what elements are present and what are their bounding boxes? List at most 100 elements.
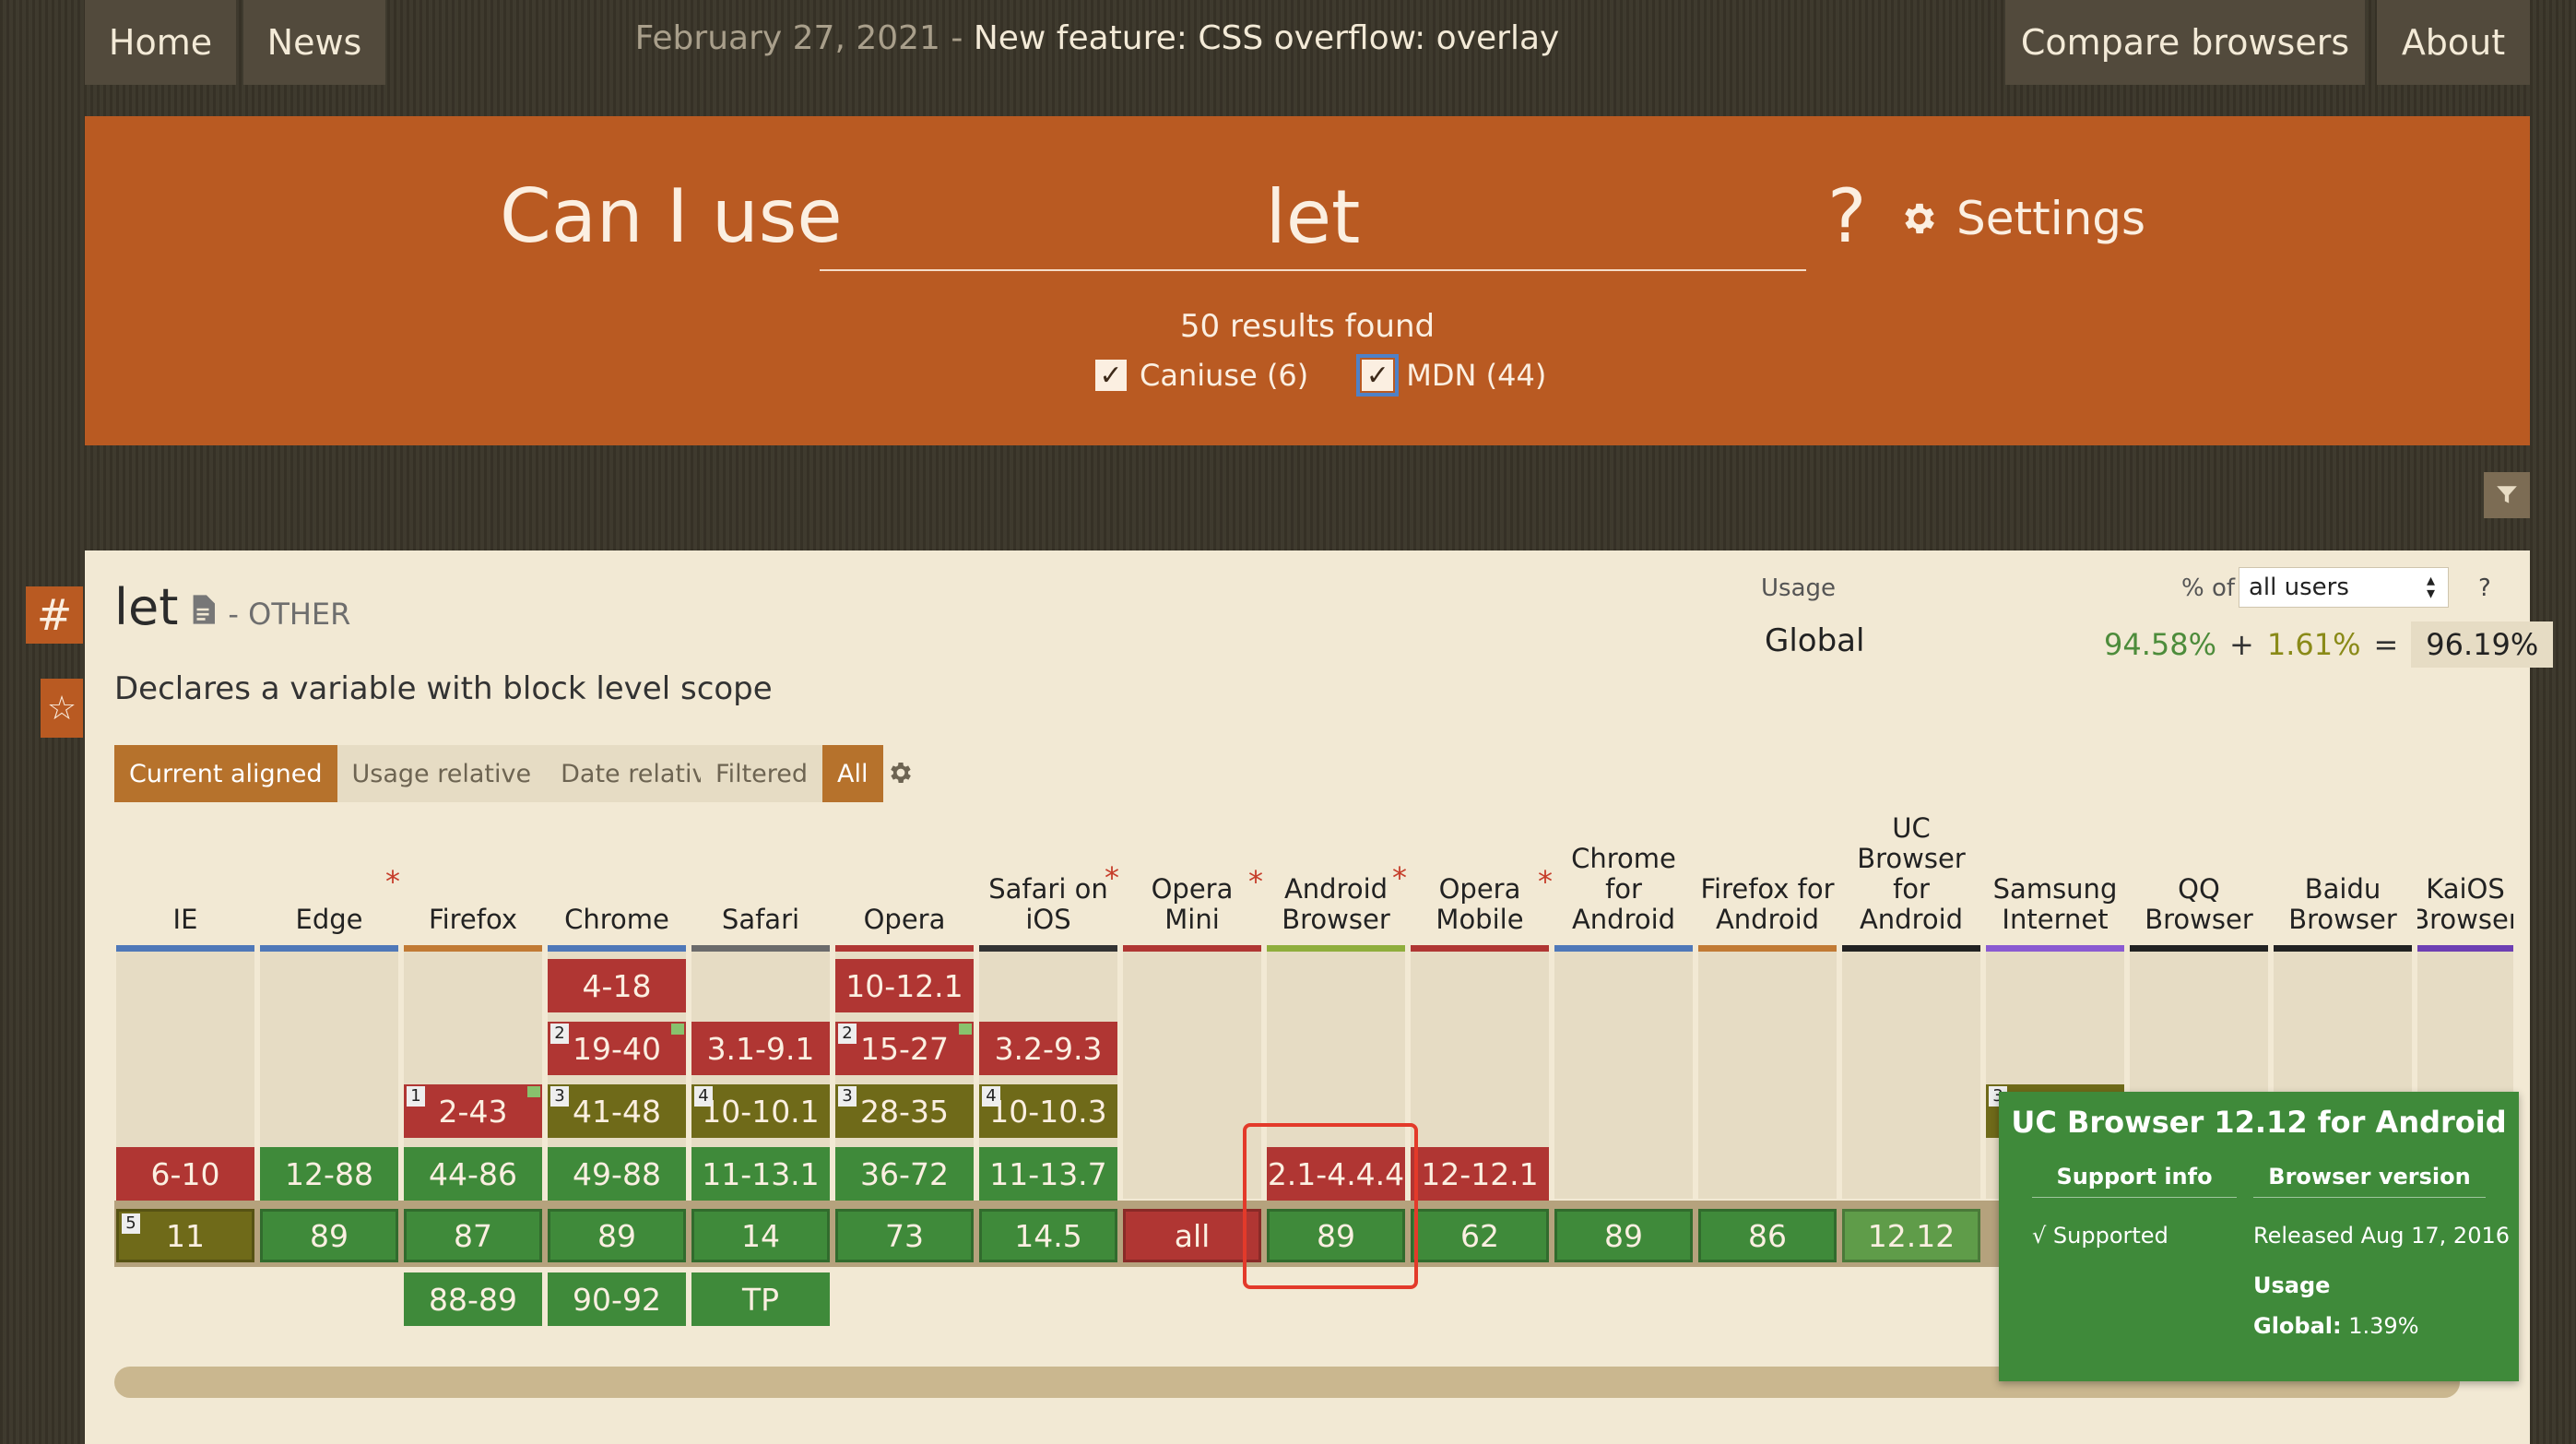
support-cell[interactable]: 2 19-40 (548, 1022, 686, 1075)
mode-all[interactable]: All (822, 745, 883, 802)
browser-ie[interactable]: IE (116, 810, 254, 941)
support-cell[interactable]: 3.2-9.3 (979, 1022, 1117, 1075)
star-icon[interactable]: ☆ (41, 679, 83, 738)
browser-opera-mobile[interactable]: Opera Mobile * (1411, 810, 1553, 941)
view-current-aligned[interactable]: Current aligned (114, 745, 337, 802)
browser-firefox-android[interactable]: Firefox for Android (1698, 810, 1837, 941)
browser-uc-android[interactable]: UC Browser for Android (1842, 810, 1980, 941)
browser-line-firefox-android (1698, 945, 1837, 952)
usage-help[interactable]: ? (2478, 574, 2491, 602)
support-cell[interactable]: 36-72 (835, 1147, 974, 1201)
checkbox-mdn[interactable]: ✓ (1356, 354, 1400, 397)
support-cell[interactable]: 4 10-10.3 (979, 1084, 1117, 1138)
browser-chrome-android[interactable]: Chrome for Android (1554, 810, 1693, 941)
browser-samsung[interactable]: Samsung Internet (1986, 810, 2124, 941)
browser-tooltip: UC Browser 12.12 for Android Support inf… (1999, 1092, 2519, 1381)
browser-edge[interactable]: Edge * (260, 810, 401, 941)
search-suffix: ? (1827, 173, 1867, 259)
browser-opera-mini[interactable]: Opera Mini * (1123, 810, 1263, 941)
version-label: 62 (1460, 1217, 1499, 1254)
support-cell[interactable]: 88-89 (404, 1272, 542, 1326)
support-cell[interactable]: 11-13.1 (691, 1147, 830, 1201)
document-icon[interactable] (191, 595, 216, 624)
browser-line-ie (116, 945, 254, 952)
browser-android[interactable]: Android Browser * (1267, 810, 1407, 941)
support-cell[interactable]: 2 15-27 (835, 1022, 974, 1075)
support-cell[interactable]: 3 28-35 (835, 1084, 974, 1138)
support-cell[interactable]: 12-88 (260, 1147, 398, 1201)
version-label: 2-43 (438, 1093, 508, 1130)
browser-safari-ios[interactable]: Safari on iOS * (979, 810, 1119, 941)
tooltip-global-label: Global: (2253, 1313, 2342, 1339)
headline-link[interactable]: New feature: CSS overflow: overlay (974, 19, 1559, 57)
support-cell[interactable]: 1 2-43 (404, 1084, 542, 1138)
browser-opera[interactable]: Opera (835, 810, 974, 941)
feature-title[interactable]: let (114, 578, 178, 636)
nav-home[interactable]: Home (85, 0, 236, 85)
browser-line-safari (691, 945, 830, 952)
browser-line-kaios (2417, 945, 2513, 952)
support-cell-current[interactable]: 14 (691, 1209, 830, 1262)
users-select-value: all users (2249, 574, 2349, 601)
support-cell[interactable]: 3 41-48 (548, 1084, 686, 1138)
filter-mdn[interactable]: ✓ MDN (44) (1356, 354, 1546, 397)
note-star-icon: * (1248, 864, 1263, 899)
support-cell[interactable]: 10-12.1 (835, 959, 974, 1012)
mode-filtered[interactable]: Filtered (701, 745, 823, 802)
filter-caniuse[interactable]: ✓ Caniuse (6) (1095, 358, 1308, 393)
version-label: 15-27 (860, 1030, 949, 1067)
browser-qq[interactable]: QQ Browser (2130, 810, 2268, 941)
nav-news[interactable]: News (243, 0, 385, 85)
support-cell[interactable]: 3.1-9.1 (691, 1022, 830, 1075)
support-cell[interactable]: 11-13.7 (979, 1147, 1117, 1201)
users-select[interactable]: all users ▴ ▾ (2239, 567, 2449, 608)
nav-about[interactable]: About (2377, 0, 2530, 85)
browser-line-opera-mini (1123, 945, 1261, 952)
support-cell-current[interactable]: all (1123, 1209, 1261, 1262)
browser-baidu[interactable]: Baidu Browser (2274, 810, 2412, 941)
news-headline[interactable]: February 27, 2021 - New feature: CSS ove… (406, 0, 1789, 76)
support-cell[interactable]: 4-18 (548, 959, 686, 1012)
settings-button[interactable]: Settings (1899, 192, 2145, 245)
version-label: 36-72 (860, 1155, 949, 1192)
support-cell-current[interactable]: 12.12 (1842, 1209, 1980, 1262)
checkbox-caniuse[interactable]: ✓ (1095, 360, 1127, 392)
support-cell[interactable]: 4 10-10.1 (691, 1084, 830, 1138)
tooltip-support-header: Support info (2032, 1164, 2237, 1198)
feature-link-tab[interactable]: # (26, 586, 83, 644)
support-cell-current[interactable]: 62 (1411, 1209, 1549, 1262)
table-settings-gear-icon[interactable] (887, 759, 915, 787)
browser-line-android (1267, 945, 1405, 952)
support-cell-current[interactable]: 87 (404, 1209, 542, 1262)
flag-icon (671, 1024, 684, 1035)
support-cell-current[interactable]: 73 (835, 1209, 974, 1262)
support-cell-current[interactable]: 5 11 (116, 1209, 254, 1262)
note-star-icon: * (1392, 860, 1407, 895)
filter-toggle-button[interactable] (2484, 472, 2530, 518)
note-badge: 3 (550, 1086, 569, 1107)
support-cell[interactable]: 6-10 (116, 1147, 254, 1201)
support-cell-current[interactable]: 89 (1554, 1209, 1693, 1262)
note-star-icon: * (385, 864, 400, 899)
support-cell-current[interactable]: 89 (260, 1209, 398, 1262)
feature-category: - OTHER (228, 597, 351, 632)
support-cell[interactable]: 90-92 (548, 1272, 686, 1326)
support-cell[interactable]: 12-12.1 (1411, 1147, 1549, 1201)
nav-compare-browsers[interactable]: Compare browsers (2005, 0, 2365, 85)
support-cell-current[interactable]: 14.5 (979, 1209, 1117, 1262)
annotation-highlight (1243, 1123, 1418, 1289)
support-cell-current[interactable]: 89 (548, 1209, 686, 1262)
version-label: 4-18 (582, 967, 652, 1004)
support-cell[interactable]: TP (691, 1272, 830, 1326)
browser-firefox[interactable]: Firefox (404, 810, 542, 941)
support-cell-current[interactable]: 86 (1698, 1209, 1837, 1262)
support-cell[interactable]: 49-88 (548, 1147, 686, 1201)
browser-chrome[interactable]: Chrome (548, 810, 686, 941)
view-usage-relative[interactable]: Usage relative (337, 745, 547, 802)
browser-kaios[interactable]: KaiOS Browser (2417, 810, 2513, 941)
version-label: 10-10.1 (702, 1093, 820, 1130)
browser-safari[interactable]: Safari (691, 810, 830, 941)
browser-opera-mini-label: Opera Mini (1151, 873, 1234, 935)
support-cell[interactable]: 44-86 (404, 1147, 542, 1201)
search-input[interactable] (820, 164, 1806, 271)
